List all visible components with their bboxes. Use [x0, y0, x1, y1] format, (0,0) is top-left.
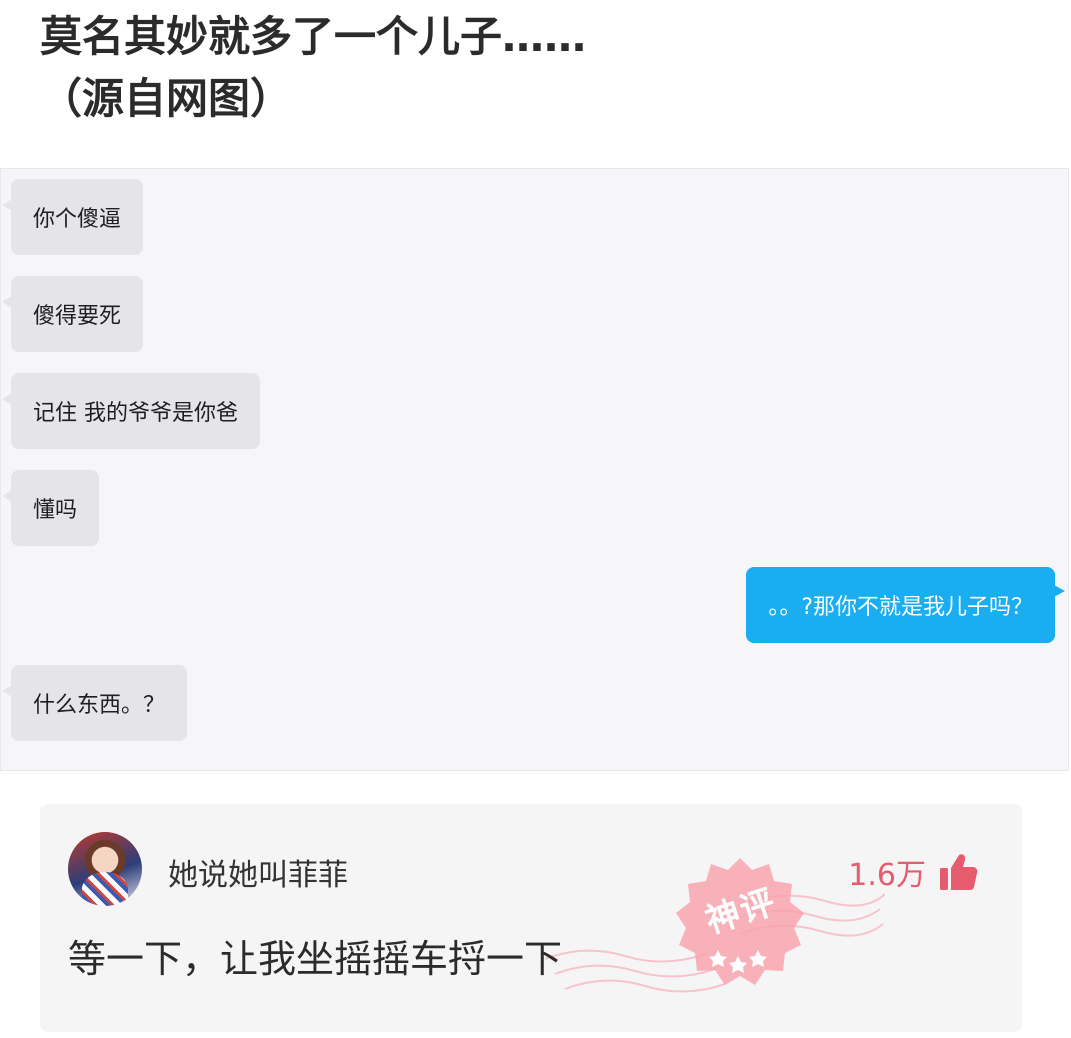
comment-text: 等一下，让我坐摇摇车捋一下: [68, 937, 563, 981]
like-count: 1.6万: [848, 858, 926, 893]
chat-message-received: 你个傻逼: [1, 179, 144, 255]
chat-screenshot: 你个傻逼 傻得要死 记住 我的爷爷是你爸 懂吗 。。?那你不就是我儿子吗？ 什么…: [0, 168, 1069, 771]
chat-message-sent: 。。?那你不就是我儿子吗？: [746, 567, 1065, 643]
comment-username[interactable]: 她说她叫菲菲: [168, 850, 348, 894]
chat-message-received: 懂吗: [1, 470, 100, 546]
chat-message-received: 记住 我的爷爷是你爸: [2, 373, 260, 449]
like-button[interactable]: 1.6万: [848, 850, 978, 894]
chat-message-text: 什么东西。？: [33, 693, 166, 718]
thumbs-up-icon[interactable]: [938, 852, 978, 892]
chat-message-text: 懂吗: [33, 498, 78, 523]
avatar[interactable]: [68, 832, 142, 906]
post-title-line-1: 莫名其妙就多了一个儿子……: [40, 12, 587, 61]
chat-message-text: 。。?那你不就是我儿子吗？: [768, 595, 1033, 620]
comment-card: 神评 她说她叫菲菲 1.6万 等一下，让我坐摇摇车捋一下: [40, 804, 1022, 1032]
chat-message-received: 什么东西。？: [1, 665, 188, 741]
post-title-line-2: （源自网图）: [40, 74, 293, 123]
chat-message-text: 记住 我的爷爷是你爸: [33, 401, 238, 426]
chat-message-received: 傻得要死: [1, 276, 144, 352]
chat-message-text: 傻得要死: [33, 304, 122, 329]
hot-comment-badge: 神评: [670, 852, 810, 992]
chat-message-text: 你个傻逼: [33, 207, 122, 232]
post-title: 莫名其妙就多了一个儿子…… （源自网图）: [40, 6, 1040, 130]
